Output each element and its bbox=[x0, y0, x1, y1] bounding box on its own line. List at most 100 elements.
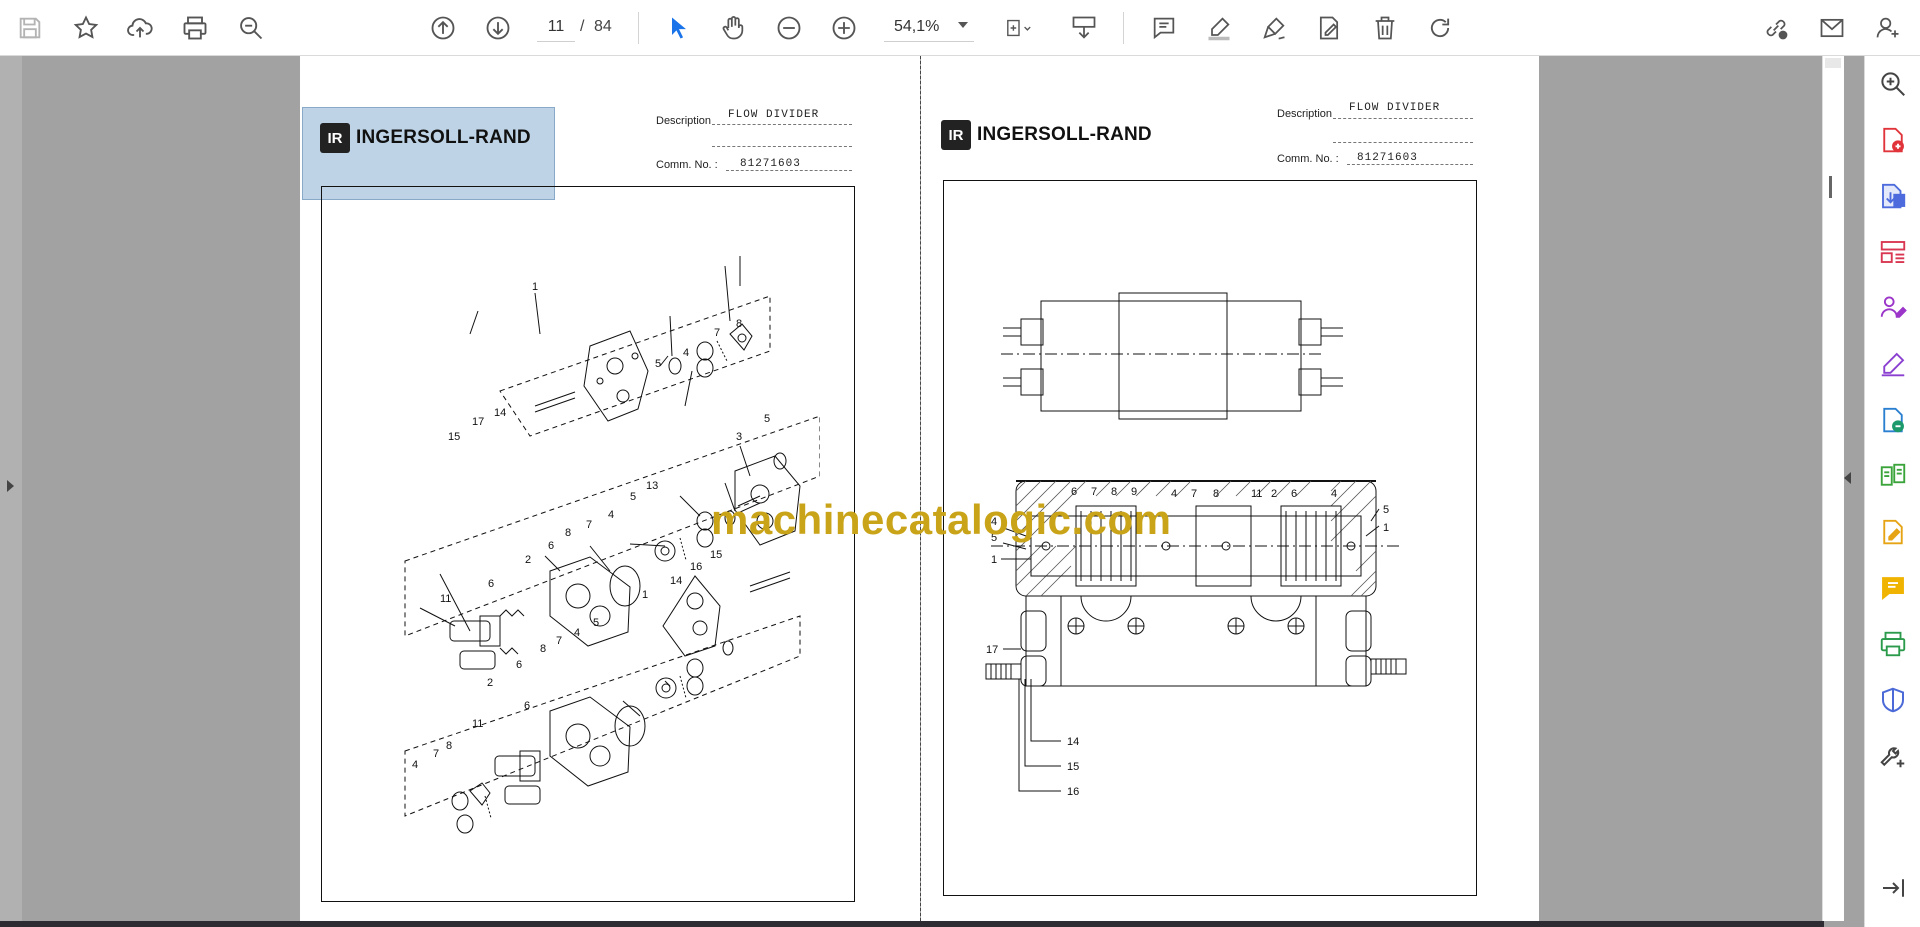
pdf-viewer-app: / 84 54,1% bbox=[0, 0, 1920, 927]
more-tools-icon[interactable] bbox=[1873, 736, 1913, 776]
callout: 6 bbox=[488, 578, 494, 590]
callout: 17 bbox=[472, 416, 484, 428]
share-link-icon[interactable] bbox=[1756, 8, 1796, 48]
description-label: Description bbox=[656, 115, 712, 127]
callout: 1 bbox=[991, 554, 997, 566]
page-separator: / bbox=[580, 18, 585, 35]
print-icon[interactable] bbox=[175, 8, 215, 48]
callout: 4 bbox=[1331, 488, 1337, 500]
pdf-page-left: IR INGERSOLL-RAND Description FLOW DIVID… bbox=[300, 56, 920, 921]
hand-tool-icon[interactable] bbox=[713, 8, 753, 48]
callout: 7 bbox=[586, 519, 592, 531]
zoom-out-icon[interactable] bbox=[769, 8, 809, 48]
callout: 5 bbox=[655, 358, 661, 370]
callout: 5 bbox=[630, 491, 636, 503]
sign-edit-icon[interactable] bbox=[1309, 8, 1349, 48]
scrollbar-thumb[interactable] bbox=[1829, 176, 1832, 198]
callout: 1 bbox=[1383, 522, 1389, 534]
callout: 14 bbox=[1067, 736, 1079, 748]
account-icon[interactable] bbox=[1868, 8, 1908, 48]
callout: 14 bbox=[670, 575, 682, 587]
callout: 15 bbox=[710, 549, 722, 561]
callout: 5 bbox=[764, 413, 770, 425]
convert-pdf-icon[interactable] bbox=[1873, 400, 1913, 440]
cross-section-drawing: 4 5 1 6 7 8 9 4 7 8 11 2 6 4 5 1 17 14 1… bbox=[985, 292, 1407, 798]
compare-icon[interactable] bbox=[1873, 456, 1913, 496]
page-down-icon[interactable] bbox=[478, 8, 518, 48]
search-tool-icon[interactable] bbox=[1873, 64, 1913, 104]
print-production-icon[interactable] bbox=[1873, 624, 1913, 664]
create-pdf-icon[interactable] bbox=[1873, 120, 1913, 160]
dash-line bbox=[712, 124, 852, 125]
page-number-input[interactable] bbox=[537, 12, 575, 42]
brand-mark: IR bbox=[941, 120, 971, 150]
callout: 15 bbox=[1067, 761, 1079, 773]
callout: 2 bbox=[487, 677, 493, 689]
callout: 5 bbox=[1383, 504, 1389, 516]
callout: 11 bbox=[440, 593, 451, 605]
chevron-left-icon[interactable] bbox=[1844, 472, 1851, 484]
callout: 16 bbox=[1067, 786, 1079, 798]
upload-cloud-icon[interactable] bbox=[120, 8, 160, 48]
request-signature-icon[interactable] bbox=[1873, 288, 1913, 328]
callout: 13 bbox=[646, 480, 658, 492]
scrollbar-track-top bbox=[1825, 58, 1841, 68]
callout: 5 bbox=[593, 617, 599, 629]
description-value: FLOW DIVIDER bbox=[1349, 102, 1441, 114]
top-toolbar: / 84 54,1% bbox=[0, 0, 1920, 56]
comment-tool-icon[interactable] bbox=[1873, 568, 1913, 608]
expand-panel-icon[interactable] bbox=[1873, 868, 1913, 908]
brand-logo: IR INGERSOLL-RAND bbox=[941, 120, 1152, 150]
export-pdf-icon[interactable] bbox=[1873, 176, 1913, 216]
brand-mark: IR bbox=[320, 123, 350, 153]
callout: 14 bbox=[494, 407, 506, 419]
description-label: Description bbox=[1277, 108, 1333, 120]
protect-icon[interactable] bbox=[1873, 680, 1913, 720]
draw-icon[interactable] bbox=[1254, 8, 1294, 48]
edit-pdf-icon[interactable] bbox=[1873, 512, 1913, 552]
callout: 2 bbox=[525, 554, 531, 566]
description-value: FLOW DIVIDER bbox=[728, 109, 820, 121]
brand-name: INGERSOLL-RAND bbox=[977, 124, 1152, 145]
zoom-search-icon[interactable] bbox=[231, 8, 271, 48]
bookmark-star-icon[interactable] bbox=[66, 8, 106, 48]
tools-rail bbox=[1864, 56, 1920, 927]
callout: 4 bbox=[608, 509, 614, 521]
callout: 6 bbox=[548, 540, 554, 552]
page-total: 84 bbox=[594, 18, 612, 35]
vertical-scrollbar[interactable] bbox=[1822, 56, 1844, 921]
callout: 7 bbox=[433, 748, 439, 760]
fit-page-icon[interactable] bbox=[994, 8, 1044, 48]
email-icon[interactable] bbox=[1812, 8, 1852, 48]
page-up-icon[interactable] bbox=[423, 8, 463, 48]
callout: 4 bbox=[574, 627, 580, 639]
callout: 7 bbox=[714, 327, 720, 339]
zoom-in-icon[interactable] bbox=[824, 8, 864, 48]
organize-pages-icon[interactable] bbox=[1873, 232, 1913, 272]
select-cursor-icon[interactable] bbox=[659, 8, 699, 48]
comm-number-value: 81271603 bbox=[740, 158, 801, 170]
delete-icon[interactable] bbox=[1365, 8, 1405, 48]
chevron-down-icon bbox=[958, 22, 968, 28]
save-icon[interactable] bbox=[10, 8, 50, 48]
dash-line bbox=[1333, 142, 1473, 143]
callout: 7 bbox=[1191, 488, 1197, 500]
comm-number-label: Comm. No. : bbox=[656, 159, 718, 171]
fill-sign-icon[interactable] bbox=[1873, 344, 1913, 384]
rotate-icon[interactable] bbox=[1420, 8, 1460, 48]
highlight-pen-icon[interactable] bbox=[1199, 8, 1239, 48]
comment-icon[interactable] bbox=[1144, 8, 1184, 48]
callout: 3 bbox=[736, 431, 742, 443]
dash-line bbox=[1347, 164, 1473, 165]
callout: 8 bbox=[736, 318, 742, 330]
document-viewport[interactable]: IR INGERSOLL-RAND Description FLOW DIVID… bbox=[0, 56, 1824, 921]
exploded-view-drawing: 1 5 4 7 8 15 17 14 5 3 13 5 4 7 8 6 2 11… bbox=[404, 256, 820, 834]
callout: 11 bbox=[1251, 488, 1262, 500]
left-panel-toggle[interactable] bbox=[0, 56, 22, 921]
dash-line bbox=[712, 146, 852, 147]
scroll-mode-icon[interactable] bbox=[1064, 8, 1104, 48]
zoom-level-dropdown[interactable]: 54,1% bbox=[884, 12, 974, 42]
brand-name: INGERSOLL-RAND bbox=[356, 127, 531, 148]
watermark-text: machinecatalogic.com bbox=[711, 496, 1172, 543]
callout: 4 bbox=[683, 347, 689, 359]
